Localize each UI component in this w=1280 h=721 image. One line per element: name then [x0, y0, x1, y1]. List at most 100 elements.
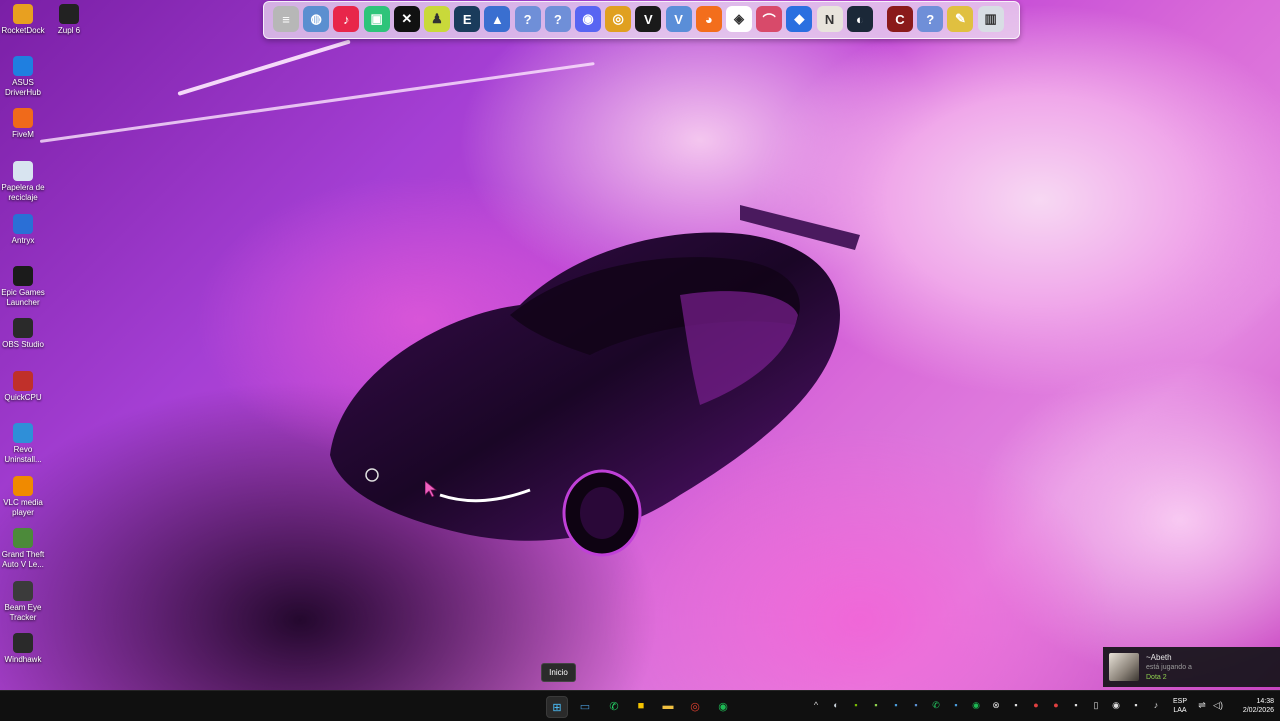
desktop-icon[interactable]: RocketDock	[0, 4, 46, 36]
zupl-icon	[59, 4, 79, 24]
capcut-icon[interactable]: ✕	[393, 6, 420, 32]
microphone-icon[interactable]: ●	[1030, 698, 1042, 712]
whatsapp-icon[interactable]: ✆	[604, 696, 624, 716]
nvidia-icon[interactable]: ▪	[850, 698, 862, 712]
desktop-icon-label: Antryx	[11, 236, 35, 245]
rocketdock-icon	[13, 4, 33, 24]
desktop-icon[interactable]: VLC media player	[0, 476, 46, 518]
recycle-bin-icon	[13, 161, 33, 181]
clock[interactable]: 14:38 2/02/2026	[1228, 697, 1274, 715]
notion-icon[interactable]: N	[816, 6, 843, 32]
usb-icon[interactable]: ▯	[1090, 698, 1102, 712]
windows-start-icon[interactable]: ⊞	[546, 696, 568, 718]
recycle-bin-icon[interactable]: ▥	[977, 6, 1004, 32]
unknown-app-icon[interactable]: ?	[917, 6, 944, 32]
tray-app-icon[interactable]: ▪	[1070, 698, 1082, 712]
desktop-icon[interactable]: FiveM	[0, 108, 46, 140]
flame-app-icon[interactable]: ▲	[484, 6, 511, 32]
wallpaper-car-illustration	[330, 205, 860, 557]
desktop-icon[interactable]: Papelera de reciclaje	[0, 161, 46, 203]
desktop-icon-label: QuickCPU	[4, 393, 42, 402]
obs-icon	[13, 318, 33, 338]
desktop-icon-label: Windhawk	[4, 655, 42, 664]
globe-icon[interactable]: ◍	[303, 6, 330, 32]
discord-icon[interactable]: ◉	[575, 6, 601, 32]
gta-v-icon	[13, 528, 33, 548]
unknown-app-icon[interactable]: ?	[544, 6, 571, 32]
record-icon[interactable]: ●	[1050, 698, 1062, 712]
valorant-icon[interactable]: V	[635, 6, 662, 32]
notification-name: ~Abeth	[1146, 653, 1172, 662]
figure-icon[interactable]: ♟	[424, 6, 450, 32]
cpu-z-icon[interactable]: C	[887, 6, 913, 32]
antryx-icon	[13, 214, 33, 234]
desktop-icon[interactable]: OBS Studio	[0, 318, 46, 350]
desktop-icon-label: ASUS DriverHub	[4, 78, 41, 97]
steam-notification[interactable]: ~Abeth está jugando a Dota 2	[1103, 647, 1280, 687]
app-e-icon[interactable]: E	[454, 6, 481, 32]
tray-app-icon[interactable]: ▪	[870, 698, 882, 712]
desktop-icon-label: Epic Games Launcher	[1, 288, 45, 307]
tray-app-icon[interactable]: ▪	[890, 698, 902, 712]
roblox-icon[interactable]: ◆	[786, 6, 813, 32]
desktop-icon[interactable]: ASUS DriverHub	[0, 56, 46, 98]
desktop-icon[interactable]: Zupl 6	[46, 4, 92, 36]
diamond-app-icon[interactable]: ◈	[726, 6, 752, 32]
clock-time: 14:38	[1256, 698, 1274, 705]
asus-driverhub-icon	[13, 56, 33, 76]
tray-app-icon[interactable]: ▪	[950, 698, 962, 712]
tray-app-icon[interactable]: ▪	[1130, 698, 1142, 712]
chrome-icon[interactable]: ◎	[605, 6, 632, 32]
desktop-icon[interactable]: Beam Eye Tracker	[0, 581, 46, 623]
unknown-app-icon[interactable]: ?	[514, 6, 541, 32]
sticky-notes-icon[interactable]: ■	[631, 696, 651, 716]
discord-tray-icon[interactable]: ◉	[1110, 698, 1122, 712]
steam-tray-icon[interactable]: ◐	[830, 698, 842, 712]
chrome-icon[interactable]: ◎	[685, 696, 705, 716]
whatsapp-tray-icon[interactable]: ✆	[930, 698, 942, 712]
avatar	[1109, 653, 1139, 681]
xbox-icon[interactable]: ⊗	[990, 698, 1002, 712]
rocketdock-bar: ≡ ◍ ♪ ▣ ✕ ♟ E ▲?? ◉ ◎ V V ◕ ◈ ⌒ ◆ N ◐ C? ✎ ▥	[263, 1, 1020, 39]
desktop-icon-label: VLC media player	[3, 498, 43, 517]
desktop-icon[interactable]: Antryx	[0, 214, 46, 246]
language-indicator[interactable]: ESP LAA	[1170, 697, 1190, 715]
windhawk-icon	[13, 633, 33, 653]
desktop-icon-label: Grand Theft Auto V Le...	[1, 550, 45, 569]
tray-app-icon[interactable]: ▪	[910, 698, 922, 712]
quickcpu-icon	[13, 371, 33, 391]
desktop-icon[interactable]: QuickCPU	[0, 371, 46, 403]
beam-eye-tracker-icon	[13, 581, 33, 601]
file-explorer-icon[interactable]: ▬	[658, 696, 678, 716]
mic-icon[interactable]: ♪	[1150, 698, 1162, 712]
wallpaper-road-streak	[39, 62, 595, 143]
network-icon[interactable]: ⇌	[1196, 698, 1208, 712]
tools-app-icon[interactable]: ✎	[947, 6, 974, 32]
chevron-up-icon[interactable]: ^	[810, 698, 822, 712]
mouse-cursor-icon	[425, 481, 437, 497]
taskbar: ESP LAA 14:38 2/02/2026 ⊞ ▭ ✆ ■ ▬ ◎ ◉ ^ ◐ ▪ ▪ ▪ ▪ ✆ ▪ ◉…	[0, 690, 1280, 721]
firefox-icon[interactable]: ◕	[695, 6, 722, 32]
notepad-icon[interactable]: ≡	[273, 6, 299, 32]
desktop-icon-label: Papelera de reciclaje	[1, 183, 45, 202]
notification-game: Dota 2	[1146, 674, 1167, 681]
revo-uninstaller-icon	[13, 423, 33, 443]
desktop-icon[interactable]: Epic Games Launcher	[0, 266, 46, 308]
tiktok-icon[interactable]: ♪	[333, 6, 360, 32]
language-label: ESP	[1172, 698, 1187, 705]
chat-app-icon[interactable]: ▣	[363, 6, 390, 32]
volume-icon[interactable]: ◁)	[1212, 698, 1224, 712]
spotify-tray-icon[interactable]: ◉	[970, 698, 982, 712]
terminal-icon[interactable]: ▭	[575, 696, 595, 716]
desktop-icon[interactable]: Revo Uninstall...	[0, 423, 46, 465]
vegas-icon[interactable]: V	[665, 6, 692, 32]
arc-app-icon[interactable]: ⌒	[756, 6, 783, 32]
desktop-icon[interactable]: Grand Theft Auto V Le...	[0, 528, 46, 570]
tray-app-icon[interactable]: ▪	[1010, 698, 1022, 712]
vlc-icon	[13, 476, 33, 496]
desktop-icon-label: RocketDock	[1, 26, 45, 35]
fivem-icon	[13, 108, 33, 128]
steam-icon[interactable]: ◐	[846, 6, 873, 32]
desktop-icon[interactable]: Windhawk	[0, 633, 46, 665]
spotify-icon[interactable]: ◉	[713, 696, 733, 716]
